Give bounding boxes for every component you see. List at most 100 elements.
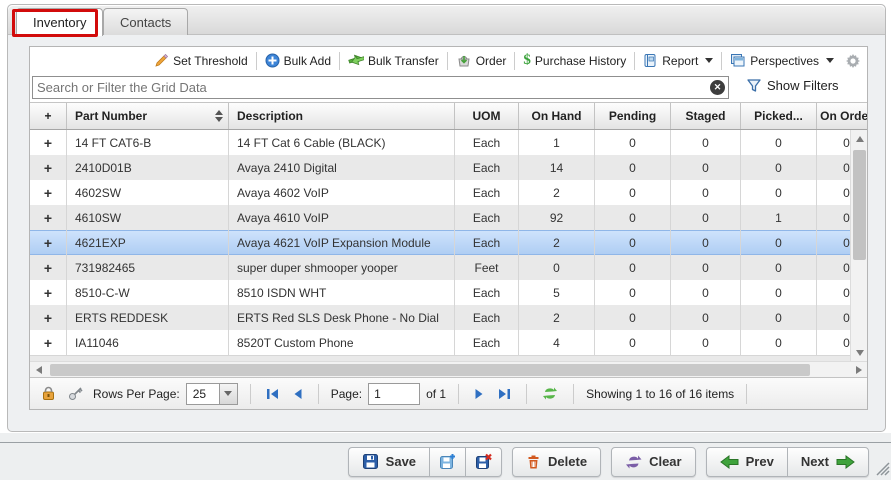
next-button[interactable]: Next bbox=[787, 447, 869, 477]
cell-staged: 0 bbox=[671, 155, 741, 180]
table-row[interactable]: +ERTS REDDESKERTS Red SLS Desk Phone - N… bbox=[30, 305, 850, 330]
cell-pending: 0 bbox=[595, 305, 671, 330]
rows-per-page-label: Rows Per Page: bbox=[93, 387, 180, 401]
prev-button[interactable]: Prev bbox=[706, 447, 787, 477]
first-page-icon[interactable] bbox=[266, 388, 280, 400]
column-header-part-number[interactable]: Part Number bbox=[67, 103, 229, 129]
pager-divider bbox=[746, 384, 747, 404]
column-header-expander[interactable]: + bbox=[30, 103, 67, 129]
on-order-header-label: On Order bbox=[820, 109, 867, 123]
show-filters-label: Show Filters bbox=[767, 78, 839, 93]
row-expander-icon[interactable]: + bbox=[30, 130, 67, 155]
purchase-history-button[interactable]: $ Purchase History bbox=[516, 50, 633, 72]
table-row[interactable]: +IA110468520T Custom PhoneEach40000 bbox=[30, 330, 850, 355]
cell-uom: Each bbox=[455, 280, 519, 305]
save-and-close-button[interactable] bbox=[465, 447, 502, 477]
report-button[interactable]: Report bbox=[636, 50, 720, 72]
part-number-header-label: Part Number bbox=[75, 109, 147, 123]
sort-arrows-icon[interactable] bbox=[215, 110, 223, 122]
next-page-icon[interactable] bbox=[474, 388, 485, 400]
last-page-icon[interactable] bbox=[497, 388, 511, 400]
vertical-scroll-thumb[interactable] bbox=[853, 150, 866, 260]
bulk-transfer-button[interactable]: Bulk Transfer bbox=[341, 50, 446, 72]
column-header-uom[interactable]: UOM bbox=[455, 103, 519, 129]
column-header-on-order[interactable]: On Order bbox=[817, 103, 867, 129]
cell-on-hand: 2 bbox=[519, 180, 595, 205]
column-header-description[interactable]: Description bbox=[229, 103, 455, 129]
row-expander-icon[interactable]: + bbox=[30, 330, 67, 355]
row-expander-icon[interactable]: + bbox=[30, 280, 67, 305]
cell-picked: 0 bbox=[741, 255, 817, 280]
column-header-pending[interactable]: Pending bbox=[595, 103, 671, 129]
delete-button[interactable]: Delete bbox=[512, 447, 601, 477]
cell-on-hand: 4 bbox=[519, 330, 595, 355]
column-header-staged[interactable]: Staged bbox=[671, 103, 741, 129]
toolbar-divider bbox=[514, 52, 515, 70]
row-expander-icon[interactable]: + bbox=[30, 155, 67, 180]
refresh-icon[interactable] bbox=[542, 386, 558, 401]
table-row[interactable]: +4610SWAvaya 4610 VoIPEach920010 bbox=[30, 205, 850, 230]
save-button[interactable]: Save bbox=[348, 447, 429, 477]
cell-description: 8520T Custom Phone bbox=[229, 330, 455, 355]
row-expander-icon[interactable]: + bbox=[30, 205, 67, 230]
pager-divider bbox=[573, 384, 574, 404]
toolbar-divider bbox=[256, 52, 257, 70]
rows-per-page-select[interactable]: 25 bbox=[186, 383, 238, 405]
scroll-up-icon[interactable] bbox=[851, 130, 868, 147]
table-row[interactable]: +8510-C-W8510 ISDN WHTEach50000 bbox=[30, 280, 850, 305]
uom-header-label: UOM bbox=[473, 109, 501, 123]
cell-pending: 0 bbox=[595, 205, 671, 230]
row-expander-icon[interactable]: + bbox=[30, 255, 67, 280]
vertical-scrollbar[interactable] bbox=[850, 130, 867, 361]
tab-inventory[interactable]: Inventory bbox=[16, 8, 103, 36]
table-row[interactable]: +4621EXPAvaya 4621 VoIP Expansion Module… bbox=[30, 230, 850, 255]
column-header-picked[interactable]: Picked... bbox=[741, 103, 817, 129]
row-expander-icon[interactable]: + bbox=[30, 230, 67, 255]
gear-icon[interactable] bbox=[845, 53, 861, 69]
cell-part-number: 4602SW bbox=[67, 180, 229, 205]
cell-on-hand: 5 bbox=[519, 280, 595, 305]
tab-contacts[interactable]: Contacts bbox=[103, 8, 188, 35]
search-row: ✕ Show Filters bbox=[30, 74, 867, 102]
cell-description: Avaya 2410 Digital bbox=[229, 155, 455, 180]
row-expander-icon[interactable]: + bbox=[30, 305, 67, 330]
table-row[interactable]: +4602SWAvaya 4602 VoIPEach20000 bbox=[30, 180, 850, 205]
bulk-add-button[interactable]: Bulk Add bbox=[258, 50, 338, 72]
trash-icon bbox=[526, 453, 541, 470]
tab-inventory-label: Inventory bbox=[33, 15, 86, 30]
search-input[interactable] bbox=[37, 78, 702, 97]
save-button-group: Save bbox=[348, 447, 502, 477]
perspectives-button[interactable]: Perspectives bbox=[723, 50, 841, 72]
clear-search-icon[interactable]: ✕ bbox=[710, 80, 725, 95]
cell-picked: 0 bbox=[741, 305, 817, 330]
column-header-on-hand[interactable]: On Hand bbox=[519, 103, 595, 129]
table-row[interactable]: +731982465super duper shmooper yooperFee… bbox=[30, 255, 850, 280]
cell-staged: 0 bbox=[671, 180, 741, 205]
order-button[interactable]: Order bbox=[449, 50, 514, 72]
inventory-app-window: Inventory Contacts Set Threshold Bu bbox=[0, 0, 891, 480]
key-icon[interactable] bbox=[68, 386, 84, 401]
horizontal-scroll-thumb[interactable] bbox=[50, 364, 810, 376]
show-filters-button[interactable]: Show Filters bbox=[746, 78, 839, 93]
scroll-right-icon[interactable] bbox=[850, 362, 867, 378]
cell-picked: 0 bbox=[741, 330, 817, 355]
cell-description: 8510 ISDN WHT bbox=[229, 280, 455, 305]
prev-page-icon[interactable] bbox=[292, 388, 303, 400]
report-dropdown-arrow-icon bbox=[705, 58, 713, 63]
page-number-input[interactable] bbox=[368, 383, 420, 405]
scroll-left-icon[interactable] bbox=[30, 362, 47, 378]
resize-handle-icon[interactable] bbox=[876, 462, 890, 479]
set-threshold-button[interactable]: Set Threshold bbox=[147, 50, 255, 72]
table-row[interactable]: +2410D01BAvaya 2410 DigitalEach140000 bbox=[30, 155, 850, 180]
lock-icon[interactable] bbox=[41, 386, 56, 401]
scroll-down-icon[interactable] bbox=[851, 344, 868, 361]
cell-picked: 0 bbox=[741, 230, 817, 255]
description-header-label: Description bbox=[237, 109, 303, 123]
horizontal-scrollbar[interactable] bbox=[30, 361, 867, 377]
table-row[interactable]: +14 FT CAT6-B14 FT Cat 6 Cable (BLACK)Ea… bbox=[30, 130, 850, 155]
clear-button[interactable]: Clear bbox=[611, 447, 696, 477]
row-expander-icon[interactable]: + bbox=[30, 180, 67, 205]
save-button-label: Save bbox=[386, 454, 416, 469]
report-icon bbox=[643, 53, 658, 68]
save-and-add-button[interactable] bbox=[429, 447, 465, 477]
